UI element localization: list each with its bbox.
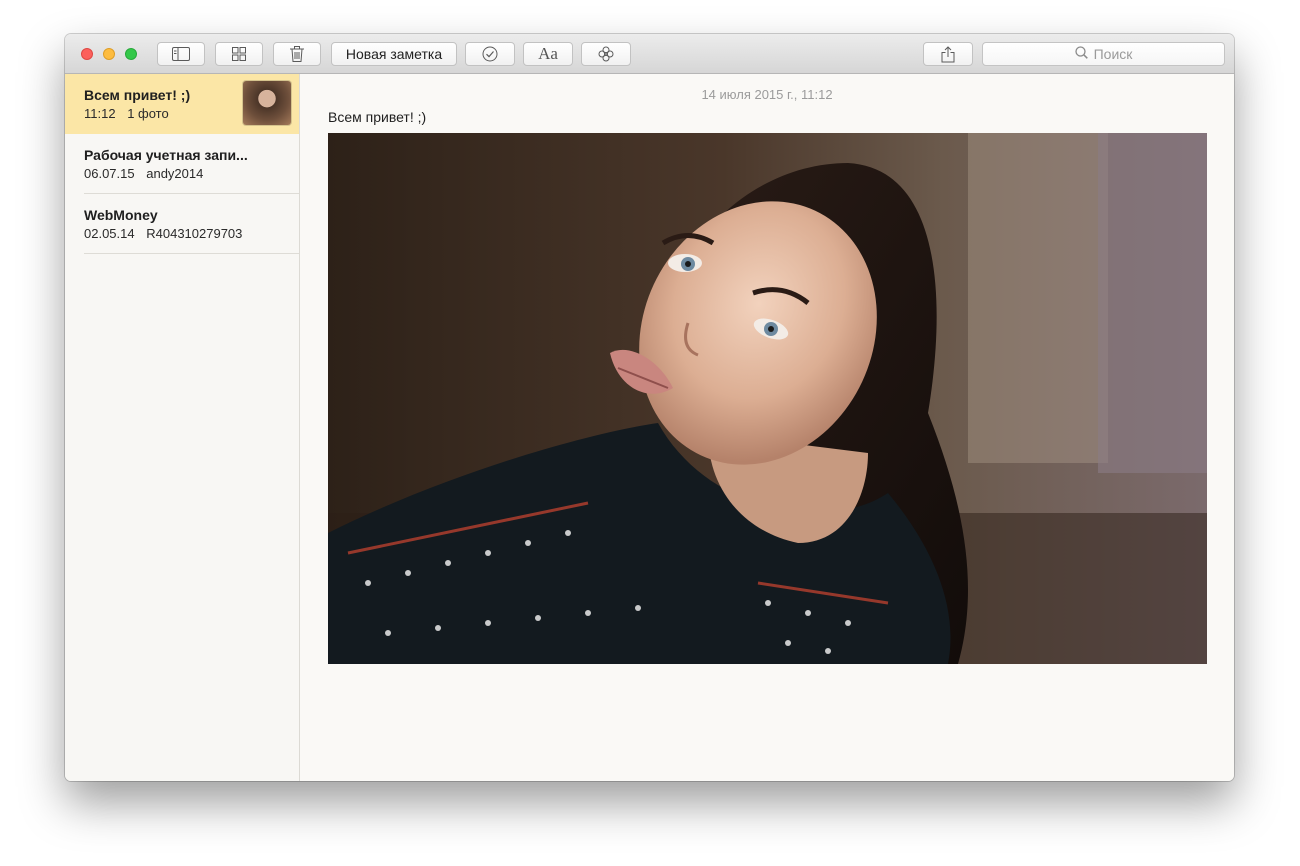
note-photo-attachment[interactable]: [328, 133, 1207, 664]
note-timestamp: 14 июля 2015 г., 11:12: [701, 87, 833, 102]
share-icon: [941, 45, 955, 63]
note-item-work-account[interactable]: Рабочая учетная запи... 06.07.15 andy201…: [65, 134, 299, 194]
new-note-button[interactable]: Новая заметка: [331, 42, 457, 66]
attachments-browser-button[interactable]: [215, 42, 263, 66]
note-date: 06.07.15: [84, 166, 135, 181]
search-icon: [1074, 46, 1088, 62]
trash-icon: [290, 46, 304, 62]
note-body-text[interactable]: Всем привет! ;): [328, 109, 426, 125]
note-time: 11:12: [84, 106, 116, 121]
note-thumbnail: [243, 81, 291, 125]
note-editor[interactable]: 14 июля 2015 г., 11:12 Всем привет! ;): [300, 74, 1234, 781]
notes-window: Новая заметка Aa Поиск Всем привет! ;) 1…: [65, 34, 1234, 781]
grid-view-icon: [232, 47, 246, 61]
format-button[interactable]: Aa: [523, 42, 573, 66]
text-format-icon: Aa: [538, 44, 558, 63]
note-meta: andy2014: [146, 166, 204, 181]
notes-list: Всем привет! ;) 11:12 1 фото Рабочая уче…: [65, 74, 300, 781]
note-meta: 1 фото: [127, 106, 169, 121]
checklist-button[interactable]: [465, 42, 515, 66]
toggle-sidebar-button[interactable]: [157, 42, 205, 66]
note-title: WebMoney: [84, 207, 158, 223]
share-button[interactable]: [923, 42, 973, 66]
toolbar: Новая заметка Aa Поиск: [65, 34, 1234, 74]
checkmark-circle-icon: [482, 46, 498, 62]
note-date: 02.05.14: [84, 226, 135, 241]
add-attachment-button[interactable]: [581, 42, 631, 66]
search-placeholder: Поиск: [1093, 46, 1133, 62]
close-window-button[interactable]: [81, 48, 93, 60]
delete-note-button[interactable]: [273, 42, 321, 66]
sidebar-toggle-icon: [172, 47, 190, 61]
note-meta: R404310279703: [146, 226, 243, 241]
note-item-webmoney[interactable]: WebMoney 02.05.14 R404310279703: [65, 194, 299, 254]
search-field[interactable]: Поиск: [982, 42, 1225, 66]
zoom-window-button[interactable]: [125, 48, 137, 60]
minimize-window-button[interactable]: [103, 48, 115, 60]
attachment-flower-icon: [598, 46, 614, 62]
note-item-greeting[interactable]: Всем привет! ;) 11:12 1 фото: [65, 74, 299, 134]
divider: [84, 253, 299, 254]
note-title: Рабочая учетная запи...: [84, 147, 248, 163]
